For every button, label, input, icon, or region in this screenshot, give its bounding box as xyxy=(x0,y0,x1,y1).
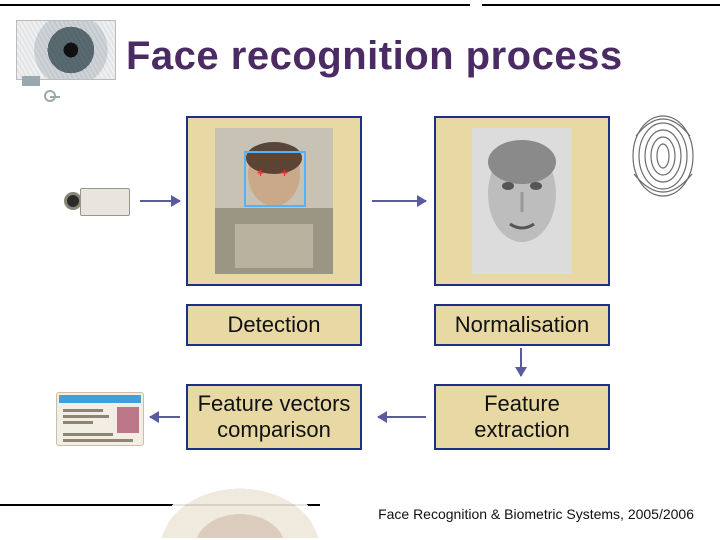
label-normalisation: Normalisation xyxy=(434,304,610,346)
id-card-image xyxy=(56,392,144,446)
arrow-comparison-to-idcard xyxy=(150,416,180,418)
fingerprint-icon xyxy=(626,106,700,200)
arrow-extraction-to-comparison xyxy=(378,416,426,418)
label-comparison: Feature vectors comparison xyxy=(186,384,362,450)
label-extraction: Feature extraction xyxy=(434,384,610,450)
normalisation-image-box xyxy=(434,116,610,286)
title-bullet-icon xyxy=(44,90,56,102)
detection-image-box: + + xyxy=(186,116,362,286)
detection-photo: + + xyxy=(215,128,333,274)
normalisation-photo xyxy=(472,128,572,274)
eye-image xyxy=(16,20,116,80)
label-detection-text: Detection xyxy=(228,312,321,338)
label-comparison-text: Feature vectors comparison xyxy=(188,391,360,444)
page-title: Face recognition process xyxy=(126,34,623,79)
rule-top-left xyxy=(0,4,470,6)
arrow-camera-to-detection xyxy=(140,200,180,202)
rule-top-right xyxy=(482,4,720,6)
label-detection: Detection xyxy=(186,304,362,346)
face-crop-image xyxy=(160,488,320,538)
slide: Face recognition process + xyxy=(0,0,720,540)
footer-text: Face Recognition & Biometric Systems, 20… xyxy=(378,506,694,522)
camera-icon xyxy=(62,182,134,222)
label-normalisation-text: Normalisation xyxy=(455,312,590,338)
label-extraction-text: Feature extraction xyxy=(436,391,608,444)
eye-notch xyxy=(22,76,40,86)
arrow-detection-to-normalisation xyxy=(372,200,426,202)
arrow-normalisation-to-extraction xyxy=(520,348,522,376)
